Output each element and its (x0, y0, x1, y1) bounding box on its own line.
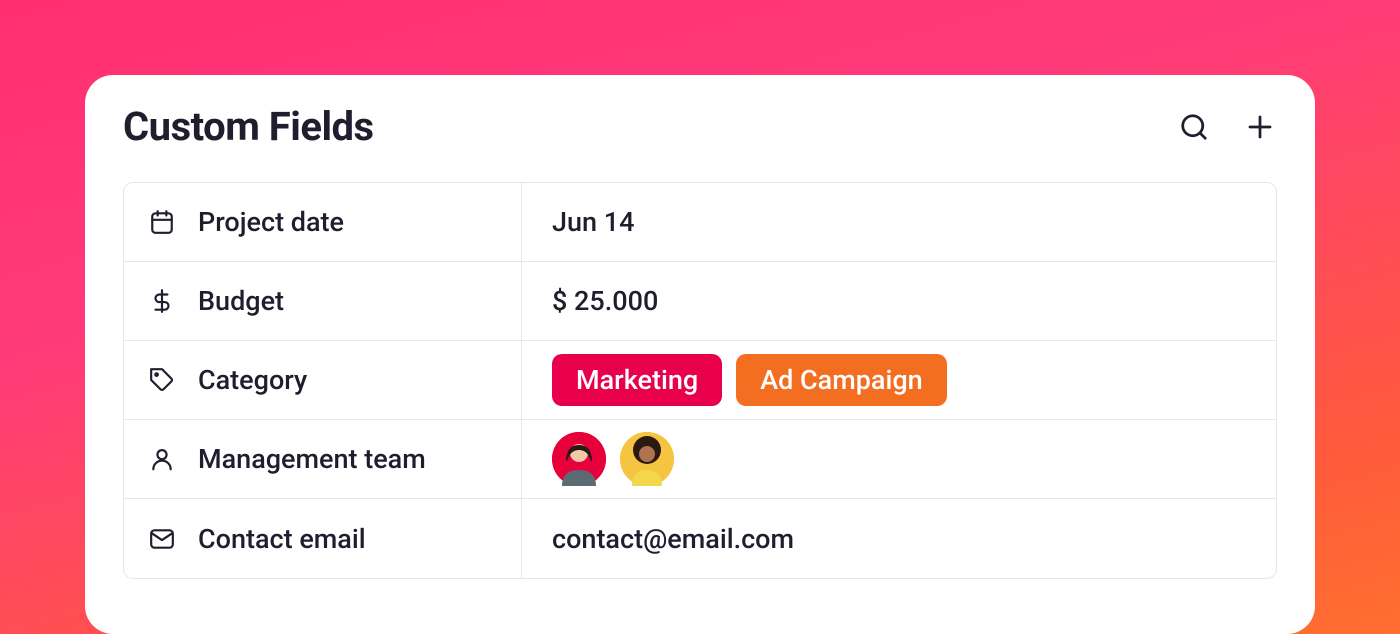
field-label-cell: Budget (124, 262, 522, 340)
plus-icon (1245, 112, 1275, 142)
fields-table: Project date Jun 14 Budget $ 25.000 (123, 182, 1277, 579)
dollar-icon (148, 287, 176, 315)
category-tag-marketing[interactable]: Marketing (552, 354, 722, 406)
mail-icon (148, 525, 176, 553)
search-button[interactable] (1177, 110, 1211, 144)
field-label-cell: Project date (124, 183, 522, 261)
panel-title: Custom Fields (123, 103, 374, 150)
field-row-project-date[interactable]: Project date Jun 14 (124, 183, 1276, 262)
field-value: Jun 14 (552, 206, 634, 238)
avatar[interactable] (620, 432, 674, 486)
field-value: contact@email.com (552, 523, 794, 555)
category-tag-ad-campaign[interactable]: Ad Campaign (736, 354, 946, 406)
field-value-cell[interactable]: Marketing Ad Campaign (522, 341, 1276, 419)
field-row-category[interactable]: Category Marketing Ad Campaign (124, 341, 1276, 420)
avatar-group (552, 432, 674, 486)
field-row-budget[interactable]: Budget $ 25.000 (124, 262, 1276, 341)
field-row-contact-email[interactable]: Contact email contact@email.com (124, 499, 1276, 578)
field-label: Category (198, 364, 307, 396)
custom-fields-panel: Custom Fields (85, 75, 1315, 634)
person-icon (148, 445, 176, 473)
field-label-cell: Category (124, 341, 522, 419)
header-actions (1177, 110, 1277, 144)
search-icon (1179, 112, 1209, 142)
add-button[interactable] (1243, 110, 1277, 144)
field-row-management-team[interactable]: Management team (124, 420, 1276, 499)
avatar[interactable] (552, 432, 606, 486)
field-label-cell: Contact email (124, 499, 522, 578)
field-label-cell: Management team (124, 420, 522, 498)
field-label: Management team (198, 443, 426, 475)
tag-icon (148, 366, 176, 394)
field-value-cell[interactable]: Jun 14 (522, 183, 1276, 261)
field-label: Budget (198, 285, 284, 317)
field-label: Project date (198, 206, 344, 238)
field-label: Contact email (198, 523, 366, 555)
field-value: $ 25.000 (552, 285, 658, 317)
field-value-cell[interactable] (522, 420, 1276, 498)
calendar-icon (148, 208, 176, 236)
field-value-cell[interactable]: $ 25.000 (522, 262, 1276, 340)
panel-header: Custom Fields (123, 103, 1277, 150)
field-value-cell[interactable]: contact@email.com (522, 499, 1276, 578)
